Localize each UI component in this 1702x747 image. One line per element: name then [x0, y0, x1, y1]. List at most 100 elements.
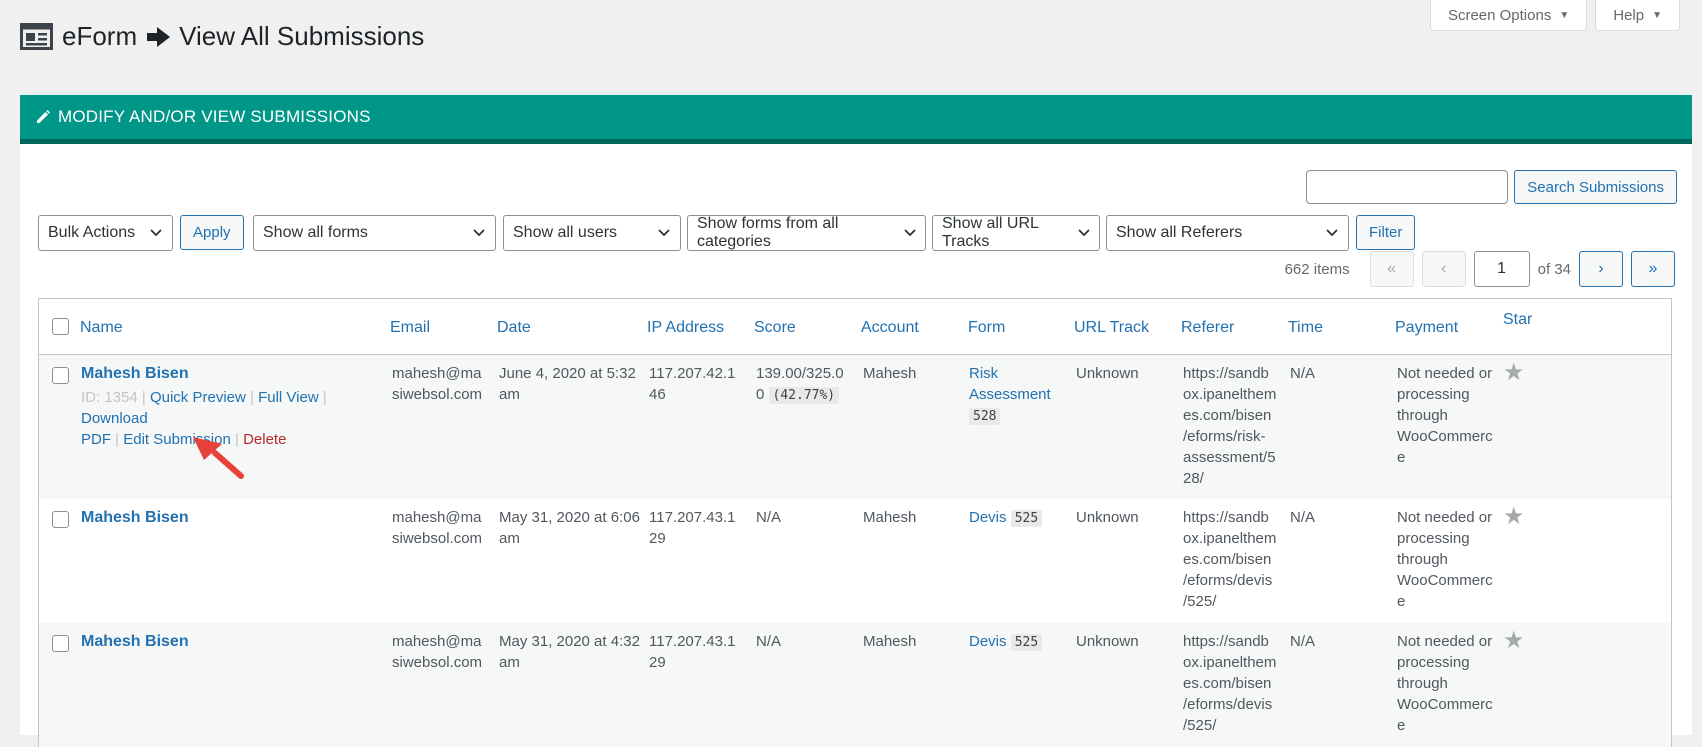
form-line: Risk	[969, 365, 999, 382]
submission-name-link[interactable]: Mahesh Bisen	[81, 631, 189, 652]
filter-button[interactable]: Filter	[1356, 215, 1416, 250]
referer-link[interactable]: https://sandb ox.ipanelthem es.com/bisen/e…	[1183, 631, 1276, 736]
submission-name-link[interactable]: Mahesh Bisen	[81, 363, 189, 384]
chevron-down-icon	[1324, 225, 1340, 241]
table-row: Mahesh Bisen mahesh@ma siwebsol.com May 3…	[39, 623, 1671, 747]
star-icon[interactable]: ★	[1503, 626, 1525, 655]
referer-line: 28/	[1183, 470, 1204, 487]
column-form[interactable]: Form	[968, 319, 1005, 337]
search-submissions-button[interactable]: Search Submissions	[1514, 170, 1677, 204]
form-link[interactable]: Risk Assessment	[969, 365, 1051, 403]
column-name[interactable]: Name	[80, 319, 123, 337]
account-link[interactable]: Mahesh	[863, 363, 916, 384]
page-name: View All Submissions	[179, 21, 425, 51]
form-link[interactable]: Devis	[969, 633, 1007, 650]
submission-name-link[interactable]: Mahesh Bisen	[81, 507, 189, 528]
url-tracks-filter-select[interactable]: Show all URL Tracks	[932, 215, 1100, 251]
column-referer[interactable]: Referer	[1181, 319, 1234, 337]
full-view-link[interactable]: Full View	[258, 389, 319, 406]
email-line: siwebsol.com	[392, 386, 483, 403]
column-url-track[interactable]: URL Track	[1074, 319, 1149, 337]
column-date[interactable]: Date	[497, 319, 531, 337]
score-percent-badge: (42.77%)	[768, 387, 840, 404]
payment-line: processing	[1397, 530, 1470, 547]
star-icon[interactable]: ★	[1503, 502, 1525, 531]
search-input[interactable]	[1306, 170, 1509, 204]
prev-page-button: ‹	[1421, 251, 1466, 287]
column-ip-address[interactable]: IP Address	[647, 319, 724, 337]
date-line: May 31, 2020 at 4:32	[499, 633, 640, 650]
account-link[interactable]: Mahesh	[863, 507, 916, 528]
column-time[interactable]: Time	[1288, 319, 1323, 337]
filter-bar: Bulk Actions Apply Show all forms Show a…	[38, 215, 1675, 251]
email-link[interactable]: mahesh@ma siwebsol.com	[392, 363, 482, 405]
referers-filter-value: Show all Referers	[1116, 224, 1243, 241]
form-link[interactable]: Devis	[969, 509, 1007, 526]
date-line: am	[499, 386, 520, 403]
screen-options-button[interactable]: Screen Options ▼	[1429, 0, 1588, 31]
score-cell: 139.00/325.0 0 (42.77%)	[756, 363, 844, 406]
account-link[interactable]: Mahesh	[863, 631, 916, 652]
referer-line: es.com/bisen	[1183, 675, 1272, 692]
row-checkbox[interactable]	[52, 511, 69, 528]
forms-filter-select[interactable]: Show all forms	[253, 215, 496, 251]
form-cell: Risk Assessment 528	[969, 363, 1051, 427]
categories-filter-select[interactable]: Show forms from all categories	[687, 215, 926, 251]
date-cell: May 31, 2020 at 4:32 am	[499, 631, 640, 673]
help-button[interactable]: Help ▼	[1595, 0, 1680, 31]
search-box: Search Submissions	[1306, 170, 1677, 204]
submissions-table: Name Email Date IP Address Score Account…	[38, 298, 1672, 747]
apply-button[interactable]: Apply	[180, 215, 244, 250]
star-icon[interactable]: ★	[1503, 358, 1525, 387]
forms-filter-value: Show all forms	[263, 224, 368, 241]
ip-cell: 117.207.43.1 29	[649, 507, 735, 549]
form-cell: Devis 525	[969, 631, 1043, 653]
help-label: Help	[1613, 6, 1645, 24]
select-all-checkbox[interactable]	[52, 318, 69, 335]
referer-line: ox.ipanelthem	[1183, 530, 1277, 547]
column-payment[interactable]: Payment	[1395, 319, 1458, 337]
current-page-input[interactable]: 1	[1473, 251, 1530, 287]
payment-line: Not needed or	[1397, 509, 1493, 526]
payment-line: WooCommerc	[1397, 572, 1493, 589]
page-heading: eForm View All Submissions	[20, 21, 424, 52]
payment-line: e	[1397, 449, 1406, 466]
time-cell: N/A	[1290, 509, 1316, 526]
column-account[interactable]: Account	[861, 319, 919, 337]
last-page-button[interactable]: »	[1631, 251, 1675, 287]
total-pages: of 34	[1537, 260, 1571, 278]
categories-filter-value: Show forms from all categories	[697, 215, 839, 250]
submission-id: ID: 1354	[81, 389, 138, 406]
email-link[interactable]: mahesh@ma siwebsol.com	[392, 507, 482, 549]
url-track-cell: Unknown	[1076, 633, 1139, 650]
referer-line: ox.ipanelthem	[1183, 386, 1277, 403]
caret-down-icon: ▼	[1559, 9, 1570, 21]
email-link[interactable]: mahesh@ma siwebsol.com	[392, 631, 482, 673]
next-page-button[interactable]: ›	[1579, 251, 1623, 287]
pdf-text: PDF	[81, 431, 111, 448]
email-line: mahesh@ma	[392, 509, 482, 526]
ip-line: 117.207.43.1	[649, 509, 736, 526]
column-star[interactable]: Star	[1503, 311, 1532, 329]
screen-options-label: Screen Options	[1447, 6, 1552, 24]
form-id-badge: 525	[1010, 510, 1043, 527]
referer-link[interactable]: https://sandb ox.ipanelthem es.com/bisen/e…	[1183, 507, 1276, 612]
users-filter-select[interactable]: Show all users	[503, 215, 681, 251]
row-checkbox[interactable]	[52, 635, 69, 652]
payment-line: through	[1397, 407, 1448, 424]
bulk-actions-select[interactable]: Bulk Actions	[38, 215, 173, 251]
separator: |	[250, 389, 254, 406]
row-checkbox[interactable]	[52, 367, 69, 384]
delete-link[interactable]: Delete	[243, 431, 286, 448]
payment-line: Not needed or	[1397, 365, 1493, 382]
score-cell: N/A	[756, 509, 782, 526]
quick-preview-link[interactable]: Quick Preview	[150, 389, 246, 406]
chevron-down-icon	[471, 225, 487, 241]
column-score[interactable]: Score	[754, 319, 796, 337]
score-line: 139.00/325.0	[756, 365, 844, 382]
items-count: 662 items	[1284, 260, 1350, 278]
referer-link[interactable]: https://sandb ox.ipanelthem es.com/bisen/e…	[1183, 363, 1276, 489]
column-email[interactable]: Email	[390, 319, 430, 337]
date-cell: May 31, 2020 at 6:06 am	[499, 507, 640, 549]
referers-filter-select[interactable]: Show all Referers	[1106, 215, 1349, 251]
